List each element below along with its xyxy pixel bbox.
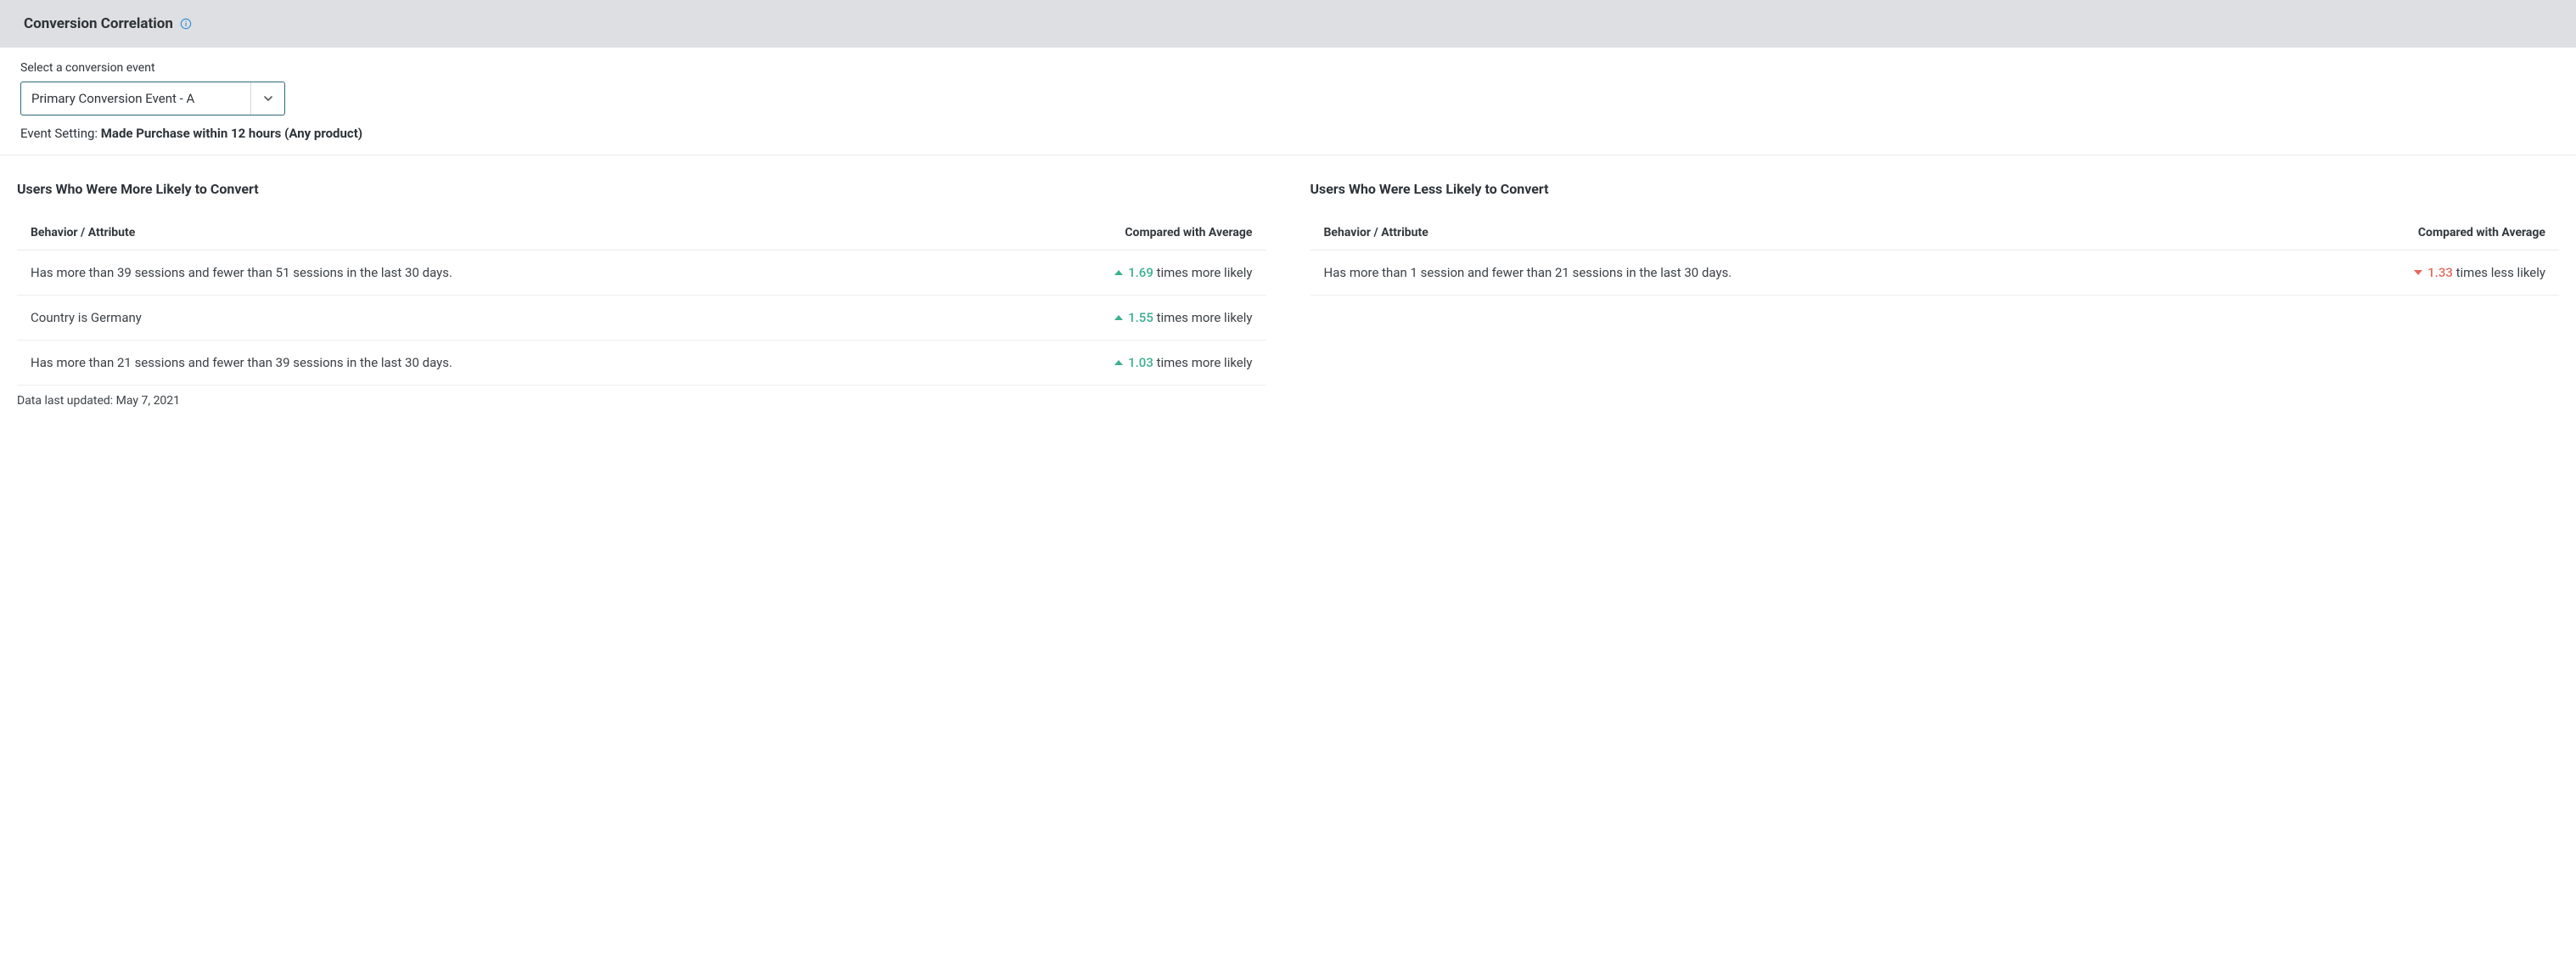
compare-value: 1.33	[2427, 265, 2453, 280]
controls-area: Select a conversion event Primary Conver…	[0, 48, 2576, 155]
compare-suffix: times more likely	[1157, 355, 1253, 370]
event-setting-label: Event Setting:	[20, 126, 98, 141]
table-row: Has more than 1 session and fewer than 2…	[1310, 251, 2560, 296]
table-less-likely: Behavior / Attribute Compared with Avera…	[1310, 216, 2560, 296]
cell-compare: 1.69 times more likely	[930, 251, 1266, 296]
chevron-down-icon	[250, 82, 284, 115]
section-header: Conversion Correlation	[0, 0, 2576, 48]
updated-value: May 7, 2021	[116, 394, 180, 408]
cell-behavior: Country is Germany	[17, 296, 930, 341]
panel-less-likely: Users Who Were Less Likely to Convert Be…	[1310, 171, 2560, 296]
cell-compare: 1.55 times more likely	[930, 296, 1266, 341]
panel-more-likely: Users Who Were More Likely to Convert Be…	[17, 171, 1266, 386]
updated-prefix: Data last updated:	[17, 394, 113, 408]
compare-suffix: times more likely	[1157, 265, 1253, 280]
trend-up-icon	[1114, 270, 1123, 275]
col-header-behavior: Behavior / Attribute	[1310, 216, 2226, 251]
trend-up-icon	[1114, 360, 1123, 365]
trend-down-icon	[2414, 270, 2422, 275]
table-more-likely: Behavior / Attribute Compared with Avera…	[17, 216, 1266, 386]
select-value: Primary Conversion Event - A	[21, 82, 250, 115]
panel-title-less-likely: Users Who Were Less Likely to Convert	[1310, 181, 2560, 197]
col-header-compare: Compared with Average	[2225, 216, 2559, 251]
trend-up-icon	[1114, 315, 1123, 320]
data-updated: Data last updated: May 7, 2021	[0, 386, 2576, 428]
cell-compare: 1.03 times more likely	[930, 341, 1266, 386]
cell-behavior: Has more than 39 sessions and fewer than…	[17, 251, 930, 296]
event-setting: Event Setting: Made Purchase within 12 h…	[20, 126, 2556, 141]
cell-compare: 1.33 times less likely	[2225, 251, 2559, 296]
compare-suffix: times less likely	[2456, 265, 2545, 280]
panel-title-more-likely: Users Who Were More Likely to Convert	[17, 181, 1266, 197]
compare-value: 1.03	[1128, 355, 1153, 370]
col-header-behavior: Behavior / Attribute	[17, 216, 930, 251]
col-header-compare: Compared with Average	[930, 216, 1266, 251]
select-label: Select a conversion event	[20, 61, 2556, 75]
table-row: Country is Germany 1.55 times more likel…	[17, 296, 1266, 341]
cell-behavior: Has more than 21 sessions and fewer than…	[17, 341, 930, 386]
info-icon[interactable]	[180, 18, 192, 30]
section-title: Conversion Correlation	[24, 15, 173, 32]
table-row: Has more than 21 sessions and fewer than…	[17, 341, 1266, 386]
cell-behavior: Has more than 1 session and fewer than 2…	[1310, 251, 2226, 296]
compare-suffix: times more likely	[1157, 310, 1253, 325]
compare-value: 1.55	[1128, 310, 1153, 325]
conversion-event-select[interactable]: Primary Conversion Event - A	[20, 82, 285, 115]
event-setting-value: Made Purchase within 12 hours (Any produ…	[101, 126, 362, 141]
table-row: Has more than 39 sessions and fewer than…	[17, 251, 1266, 296]
compare-value: 1.69	[1128, 265, 1153, 280]
